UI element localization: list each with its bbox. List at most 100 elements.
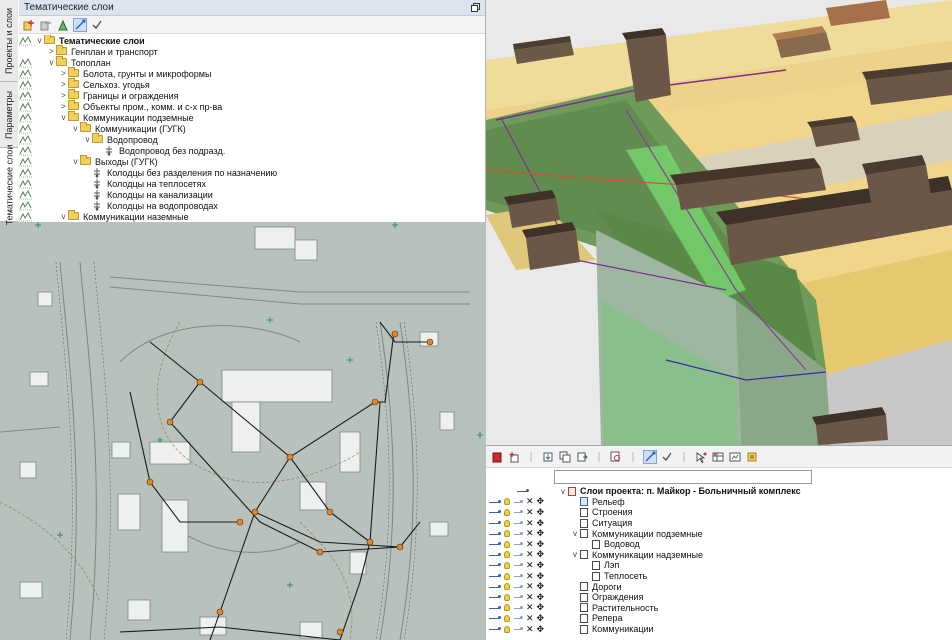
chevron-down-icon[interactable]: v <box>558 487 568 496</box>
attribute-table-icon[interactable] <box>711 450 725 464</box>
edit-link-icon[interactable] <box>513 541 523 547</box>
move-icon[interactable]: ✥ <box>537 560 545 570</box>
visibility-bulb-icon[interactable] <box>504 572 510 580</box>
check-icon[interactable] <box>660 450 674 464</box>
move-icon[interactable]: ✥ <box>537 518 545 528</box>
link-icon[interactable] <box>488 531 501 537</box>
delete-icon[interactable]: ✕ <box>526 560 534 570</box>
delete-icon[interactable]: ✕ <box>526 507 534 517</box>
edit-link-icon[interactable] <box>513 584 523 590</box>
layer-marks-icon[interactable] <box>19 167 33 178</box>
layer-marks-icon[interactable] <box>19 90 33 101</box>
tree-item[interactable]: v Выходы (ГУГК) <box>19 155 485 167</box>
layer-marks-icon[interactable] <box>19 101 33 112</box>
chevron-down-icon[interactable]: v <box>35 36 44 45</box>
chevron-down-icon[interactable]: v <box>570 529 580 538</box>
tree-item[interactable]: Колодцы на теплосетях <box>19 178 485 189</box>
link-layer-icon[interactable] <box>643 449 657 464</box>
visibility-bulb-icon[interactable] <box>504 519 510 527</box>
tree-item[interactable]: v Коммуникации (ГУГК) <box>19 122 485 134</box>
layer-marks-icon[interactable] <box>19 68 33 79</box>
layer-marks-icon[interactable] <box>19 211 33 222</box>
visibility-bulb-icon[interactable] <box>504 614 510 622</box>
chevron-right-icon[interactable]: > <box>59 69 68 78</box>
project-layer-row[interactable]: ✕ ✥ Дороги <box>486 581 952 592</box>
layer-marks-icon[interactable] <box>19 189 33 200</box>
move-icon[interactable]: ✥ <box>537 497 545 506</box>
project-layer-row[interactable]: v Слои проекта: п. Майкор - Больничный ко… <box>486 486 952 497</box>
chevron-right-icon[interactable]: > <box>47 47 56 56</box>
tree-item[interactable]: > Объекты пром., комм. и с-х пр-ва <box>19 100 485 112</box>
edit-link-icon[interactable] <box>513 531 523 537</box>
link-icon[interactable] <box>488 552 501 558</box>
tree-item[interactable]: Водопровод без подразд. <box>19 145 485 156</box>
tab-parameters[interactable]: Параметры <box>0 82 18 148</box>
add-layer-icon[interactable] <box>22 18 36 32</box>
chevron-down-icon[interactable]: v <box>570 550 580 559</box>
layer-marks-icon[interactable] <box>19 200 33 211</box>
project-layer-row[interactable]: ✕ ✥ Лэп <box>486 560 952 571</box>
link-icon[interactable] <box>488 615 501 621</box>
link-icon[interactable] <box>488 605 501 611</box>
tree-item[interactable]: Колодцы на канализации <box>19 189 485 200</box>
edit-link-icon[interactable] <box>513 499 523 505</box>
delete-icon[interactable]: ✕ <box>526 550 534 559</box>
project-layer-row[interactable]: ✕ ✥ Растительность <box>486 603 952 614</box>
layer-visibility-icon[interactable] <box>728 450 742 464</box>
search-icon[interactable] <box>609 450 623 464</box>
project-layer-row[interactable]: ✕ ✥ Репера <box>486 613 952 624</box>
delete-icon[interactable]: ✕ <box>526 592 534 602</box>
move-icon[interactable]: ✥ <box>537 507 545 517</box>
move-icon[interactable]: ✥ <box>537 582 545 591</box>
3d-scene-viewport[interactable] <box>486 0 952 445</box>
layer-marks-icon[interactable] <box>19 145 33 156</box>
chevron-down-icon[interactable]: v <box>83 135 92 144</box>
pick-object-icon[interactable] <box>694 450 708 464</box>
delete-icon[interactable]: ✕ <box>526 582 534 591</box>
chevron-down-icon[interactable]: v <box>47 58 56 67</box>
layer-marks-icon[interactable] <box>19 123 33 134</box>
chevron-down-icon[interactable]: v <box>71 157 80 166</box>
link-icon[interactable] <box>488 499 501 505</box>
edit-link-icon[interactable] <box>513 605 523 611</box>
tab-thematic-layers[interactable]: Тематические слои <box>0 144 18 225</box>
layer-marks-icon[interactable] <box>19 47 33 57</box>
visibility-bulb-icon[interactable] <box>504 604 510 612</box>
edit-link-icon[interactable] <box>513 562 523 568</box>
link-icon[interactable] <box>488 626 501 632</box>
link-icon[interactable] <box>488 509 501 515</box>
copy-icon[interactable] <box>558 450 572 464</box>
chevron-down-icon[interactable]: v <box>59 113 68 122</box>
edit-link-icon[interactable] <box>513 615 523 621</box>
visibility-bulb-icon[interactable] <box>504 583 510 591</box>
visibility-bulb-icon[interactable] <box>504 508 510 516</box>
stop-icon[interactable] <box>490 450 504 464</box>
move-icon[interactable]: ✥ <box>537 529 545 538</box>
move-icon[interactable]: ✥ <box>537 539 545 549</box>
visibility-bulb-icon[interactable] <box>504 540 510 548</box>
remove-layer-icon[interactable] <box>39 18 53 32</box>
edit-link-icon[interactable] <box>513 594 523 600</box>
delete-icon[interactable]: ✕ <box>526 613 534 623</box>
layer-marks-icon[interactable] <box>19 178 33 189</box>
delete-icon[interactable]: ✕ <box>526 497 534 506</box>
delete-icon[interactable]: ✕ <box>526 529 534 538</box>
project-layer-row[interactable]: ✕ ✥ Ситуация <box>486 518 952 529</box>
layer-marks-icon[interactable] <box>19 57 33 68</box>
link-icon[interactable] <box>488 562 501 568</box>
chevron-right-icon[interactable]: > <box>59 102 68 111</box>
2d-plan-viewport[interactable] <box>0 222 486 640</box>
layer-search-input[interactable] <box>554 470 812 484</box>
tree-item[interactable]: v Коммуникации наземные <box>19 210 485 222</box>
project-layer-row[interactable]: ✕ ✥ Коммуникации <box>486 624 952 635</box>
delete-icon[interactable]: ✕ <box>526 624 534 634</box>
layer-properties-icon[interactable] <box>745 450 759 464</box>
project-layer-row[interactable]: ✕ ✥ v Коммуникации подземные <box>486 528 952 539</box>
move-icon[interactable]: ✥ <box>537 624 545 634</box>
layer-marks-icon[interactable] <box>19 112 33 123</box>
move-icon[interactable]: ✥ <box>537 592 545 602</box>
chevron-down-icon[interactable]: v <box>71 124 80 133</box>
visibility-bulb-icon[interactable] <box>504 551 510 559</box>
tree-item[interactable]: Колодцы без разделения по назначению <box>19 167 485 178</box>
layer-marks-icon[interactable] <box>19 134 33 145</box>
